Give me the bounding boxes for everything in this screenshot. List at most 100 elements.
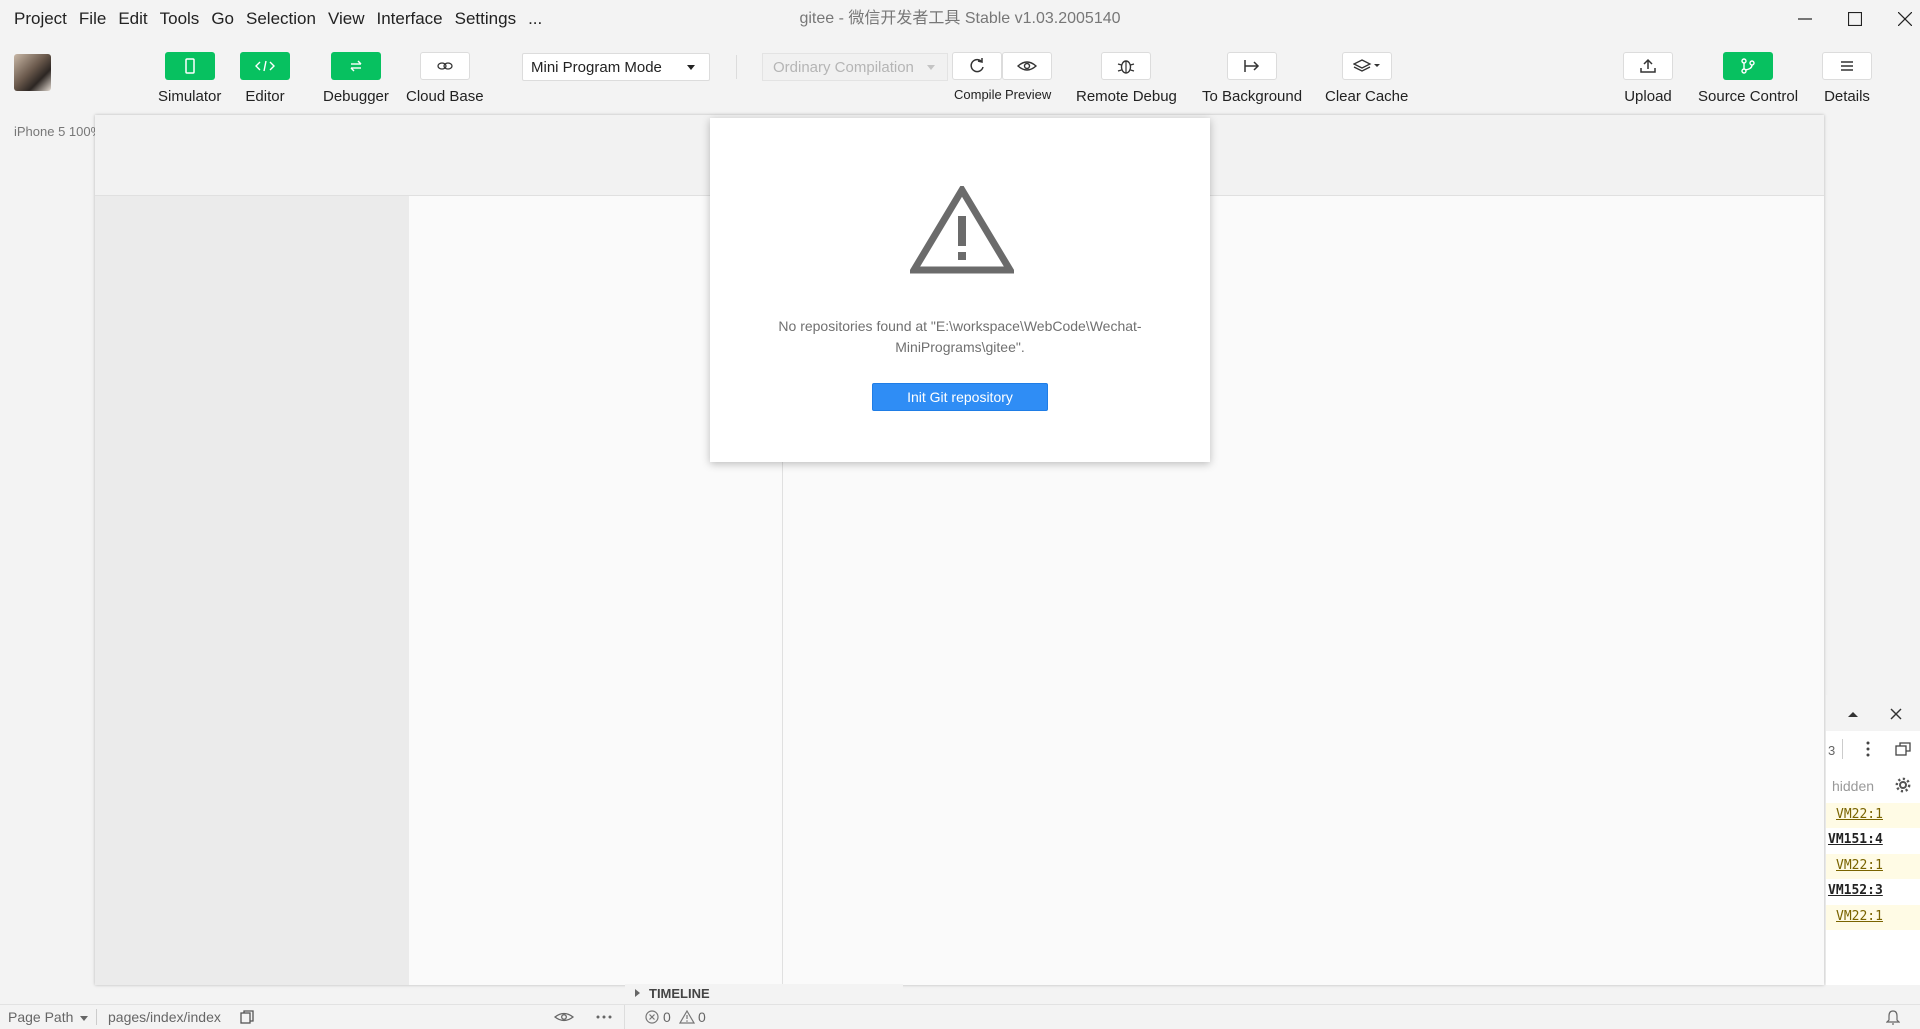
close-window-button[interactable]: [1880, 0, 1920, 38]
close-icon[interactable]: [1890, 708, 1902, 720]
device-select[interactable]: iPhone 5 100%: [14, 124, 102, 139]
upload-toggle[interactable]: [1623, 52, 1673, 80]
console-panel: 3 hidden VM22:1 VM151:4 VM22:1 VM152:3 V…: [1826, 695, 1920, 985]
cloud-base-button[interactable]: Cloud Base: [406, 52, 484, 105]
to-background-label: To Background: [1202, 88, 1303, 105]
warning-count[interactable]: 0: [698, 1009, 706, 1025]
minimize-button[interactable]: [1780, 0, 1830, 38]
menu-more[interactable]: ...: [522, 9, 548, 29]
source-control-label: Source Control: [1698, 88, 1799, 105]
compile-label: Compile: [954, 87, 1002, 102]
compilation-select[interactable]: Ordinary Compilation: [762, 53, 948, 81]
layers-icon: [1352, 59, 1380, 72]
timeline-section[interactable]: TIMELINE: [625, 984, 903, 1004]
clear-cache-label: Clear Cache: [1325, 88, 1409, 105]
details-label: Details: [1824, 88, 1870, 105]
simulator-button[interactable]: Simulator: [158, 52, 221, 105]
more-vertical-icon[interactable]: [1866, 741, 1870, 757]
console-source-link[interactable]: VM22:1: [1836, 807, 1883, 822]
code-icon: [255, 60, 275, 72]
undock-icon[interactable]: [1895, 742, 1911, 756]
menu-settings[interactable]: Settings: [449, 9, 522, 29]
copy-icon[interactable]: [240, 1010, 254, 1024]
maximize-button[interactable]: [1830, 0, 1880, 38]
menu-selection[interactable]: Selection: [240, 9, 322, 29]
caret-down-icon: [927, 65, 935, 70]
to-background-button[interactable]: To Background: [1202, 52, 1302, 105]
debugger-icon: [350, 60, 362, 72]
more-horizontal-icon[interactable]: [596, 1015, 612, 1019]
status-bar: Page Path pages/index/index 0 0: [0, 1004, 1920, 1029]
warning-icon: [910, 186, 1014, 274]
status-divider: [96, 1009, 97, 1025]
mode-select[interactable]: Mini Program Mode: [522, 53, 710, 81]
cloud-base-toggle[interactable]: [419, 52, 470, 80]
maximize-icon: [1848, 12, 1862, 26]
clear-cache-button[interactable]: Clear Cache: [1325, 52, 1408, 105]
compile-button[interactable]: [952, 52, 1002, 80]
source-control-toggle[interactable]: [1723, 52, 1774, 80]
console-source-link[interactable]: VM22:1: [1836, 909, 1883, 924]
details-button[interactable]: Details: [1822, 52, 1872, 105]
page-path[interactable]: pages/index/index: [108, 1009, 221, 1025]
remote-debug-button[interactable]: Remote Debug: [1076, 52, 1177, 105]
gear-icon[interactable]: [1894, 776, 1912, 794]
debugger-label: Debugger: [323, 88, 389, 105]
eye-icon[interactable]: [554, 1010, 574, 1024]
console-source-link[interactable]: VM22:1: [1836, 858, 1883, 873]
caret-down-icon: [687, 65, 695, 70]
menu-interface[interactable]: Interface: [370, 9, 448, 29]
chevron-up-icon[interactable]: [1848, 711, 1858, 719]
remote-debug-label: Remote Debug: [1076, 88, 1177, 105]
toolbar-divider: [736, 55, 737, 79]
preview-button[interactable]: [1002, 52, 1052, 80]
remote-debug-toggle[interactable]: [1101, 52, 1152, 80]
caret-down-icon[interactable]: [80, 1016, 88, 1022]
init-git-repository-button[interactable]: Init Git repository: [872, 383, 1048, 411]
console-divider: [1842, 739, 1843, 759]
console-count: 3: [1828, 743, 1836, 758]
upload-label: Upload: [1624, 88, 1672, 105]
mode-select-value: Mini Program Mode: [531, 58, 662, 76]
preview-label: Preview: [1005, 87, 1052, 102]
menu-icon: [1841, 61, 1853, 71]
simulator-toggle[interactable]: [164, 52, 215, 80]
minimize-icon: [1798, 18, 1812, 20]
menu-file[interactable]: File: [73, 9, 112, 29]
upload-button[interactable]: Upload: [1623, 52, 1673, 105]
page-path-label[interactable]: Page Path: [8, 1009, 73, 1025]
debugger-button[interactable]: Debugger: [323, 52, 389, 105]
console-row: VM22:1: [1826, 803, 1920, 828]
console-row: VM152:3: [1826, 879, 1920, 904]
editor-label: Editor: [245, 88, 285, 105]
avatar[interactable]: [14, 54, 51, 91]
debugger-toggle[interactable]: [330, 52, 381, 80]
details-toggle[interactable]: [1822, 52, 1872, 80]
source-control-button[interactable]: Source Control: [1698, 52, 1798, 105]
menu-tools[interactable]: Tools: [154, 9, 206, 29]
status-divider: [624, 1005, 625, 1029]
bell-icon[interactable]: [1886, 1009, 1900, 1025]
to-background-toggle[interactable]: [1227, 52, 1278, 80]
error-count[interactable]: 0: [663, 1009, 671, 1025]
console-header: [1826, 695, 1920, 731]
editor-button[interactable]: Editor: [240, 52, 290, 105]
error-icon[interactable]: [645, 1010, 659, 1024]
menu-go[interactable]: Go: [205, 9, 240, 29]
phone-icon: [184, 58, 195, 74]
menu-edit[interactable]: Edit: [112, 9, 153, 29]
console-source-link[interactable]: VM152:3: [1828, 883, 1883, 898]
cloud-base-icon: [437, 62, 453, 70]
clear-cache-toggle[interactable]: [1341, 52, 1392, 80]
menu-project[interactable]: Project: [8, 9, 73, 29]
to-background-icon: [1244, 60, 1260, 72]
timeline-label: TIMELINE: [649, 986, 710, 1001]
no-repository-dialog: No repositories found at "E:\workspace\W…: [710, 118, 1210, 462]
menu-view[interactable]: View: [322, 9, 371, 29]
menu-bar: Project File Edit Tools Go Selection Vie…: [8, 0, 548, 38]
editor-toggle[interactable]: [240, 52, 290, 80]
console-filter-level[interactable]: hidden: [1832, 778, 1874, 794]
console-source-link[interactable]: VM151:4: [1828, 832, 1883, 847]
cloud-base-label: Cloud Base: [406, 88, 484, 105]
warning-icon[interactable]: [679, 1010, 695, 1024]
